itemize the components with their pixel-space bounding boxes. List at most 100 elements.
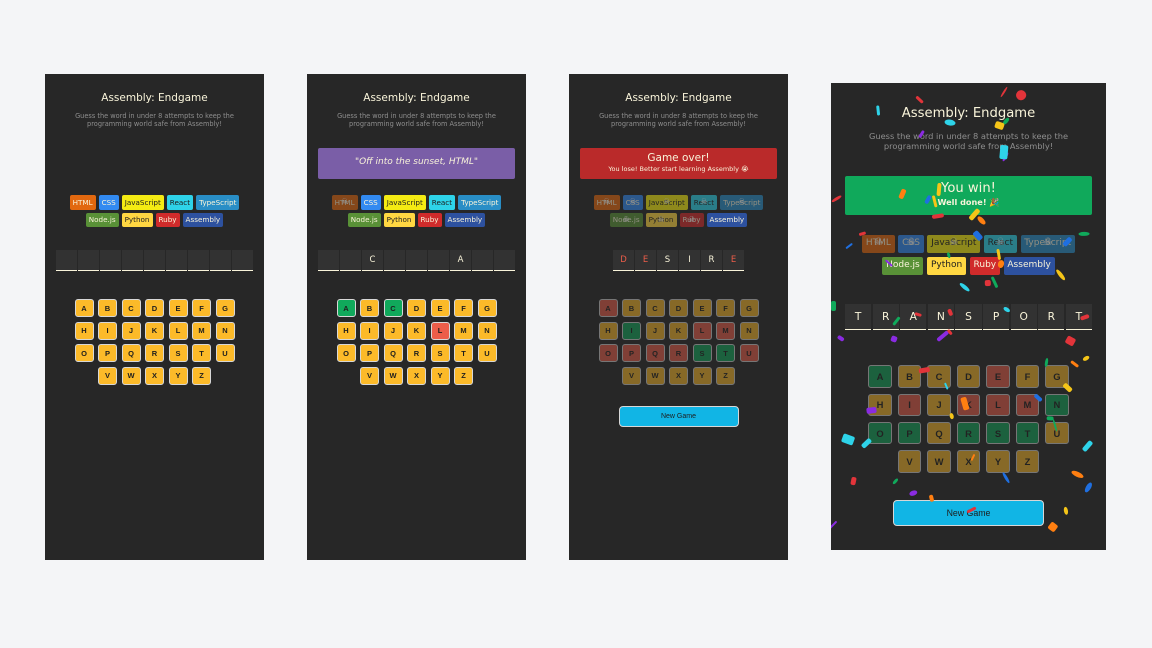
word-display: CA: [307, 250, 526, 271]
key-n[interactable]: N: [477, 321, 497, 340]
key-d[interactable]: D: [407, 299, 426, 317]
key-i: I: [622, 321, 641, 340]
key-f[interactable]: F: [192, 299, 211, 317]
language-chip-label: Ruby: [158, 215, 177, 224]
key-v[interactable]: V: [98, 366, 117, 385]
key-j[interactable]: J: [121, 321, 141, 340]
key-a: A: [598, 299, 618, 317]
letter-slot: R: [701, 250, 722, 271]
key-q[interactable]: Q: [383, 344, 403, 362]
game-subtitle: Guess the word in under 8 attempts to ke…: [599, 112, 758, 129]
key-m[interactable]: M: [192, 321, 211, 340]
key-l[interactable]: L: [168, 321, 188, 340]
key-k[interactable]: K: [407, 321, 426, 340]
game-subtitle: Guess the word in under 8 attempts to ke…: [868, 130, 1069, 152]
new-game-button[interactable]: New Game: [618, 406, 739, 427]
confetti-piece: [1081, 355, 1091, 363]
key-x[interactable]: X: [145, 366, 164, 385]
key-r[interactable]: R: [145, 344, 164, 362]
key-e[interactable]: E: [168, 299, 188, 317]
key-o[interactable]: O: [336, 344, 356, 362]
key-y[interactable]: Y: [430, 366, 450, 385]
key-s: S: [692, 344, 712, 362]
key-n[interactable]: N: [215, 321, 235, 340]
keyboard: ABCDEFG HIJKLMN OPQRSTU VWXYZ: [307, 299, 526, 385]
key-z[interactable]: Z: [192, 366, 211, 385]
word-display: TRANSPORT: [831, 303, 1106, 331]
letter-slot: [384, 250, 405, 271]
key-w[interactable]: W: [121, 366, 141, 385]
key-z[interactable]: Z: [454, 366, 473, 385]
key-y[interactable]: Y: [168, 366, 188, 385]
key-p[interactable]: P: [98, 344, 117, 362]
skull-icon: ☠: [603, 197, 611, 206]
letter-slot: I: [679, 250, 700, 271]
letter-slot: S: [657, 250, 678, 271]
key-e[interactable]: E: [430, 299, 450, 317]
key-c[interactable]: C: [121, 299, 141, 317]
key-f[interactable]: F: [454, 299, 473, 317]
language-chip-label: Ruby: [420, 215, 439, 224]
confetti-piece: [975, 214, 987, 226]
key-o[interactable]: O: [74, 344, 94, 362]
key-w[interactable]: W: [383, 366, 403, 385]
banner-message: You lose! Better start learning Assembly…: [608, 165, 749, 173]
banner-message: Well done! 🎉: [937, 197, 1000, 208]
key-b[interactable]: B: [360, 299, 379, 317]
language-chip-python: Python ☠: [645, 212, 677, 227]
key-g[interactable]: G: [215, 299, 235, 317]
word-display: [45, 250, 264, 271]
word-display: DESIRE: [569, 250, 788, 271]
language-chip-assembly: Assembly: [1003, 256, 1055, 275]
key-n: N: [739, 321, 759, 340]
language-chip-label: Node.js: [350, 215, 378, 224]
letter-slot: [318, 250, 339, 271]
key-m[interactable]: M: [454, 321, 473, 340]
game-title: Assembly: Endgame: [901, 105, 1036, 121]
key-f: F: [1015, 365, 1040, 388]
game-screen-2: Assembly: Endgame Guess the word in under…: [307, 74, 526, 560]
key-k[interactable]: K: [145, 321, 164, 340]
key-b[interactable]: B: [98, 299, 117, 317]
key-a[interactable]: A: [336, 299, 356, 317]
key-x: X: [669, 366, 688, 385]
skull-icon: ☠: [700, 197, 708, 206]
confetti-piece: [889, 334, 898, 343]
language-chip-javascript: JavaScript: [383, 195, 426, 210]
key-u[interactable]: U: [477, 344, 497, 362]
letter-slot: [340, 250, 361, 271]
key-p[interactable]: P: [360, 344, 379, 362]
key-a[interactable]: A: [74, 299, 94, 317]
key-u[interactable]: U: [215, 344, 235, 362]
key-t[interactable]: T: [454, 344, 473, 362]
key-h[interactable]: H: [336, 321, 356, 340]
key-l[interactable]: L: [430, 321, 450, 340]
language-chip-label: TypeScript: [199, 197, 237, 207]
key-c[interactable]: C: [383, 299, 403, 317]
key-t: T: [716, 344, 735, 362]
language-chip-assembly: Assembly: [182, 212, 224, 227]
key-r[interactable]: R: [407, 344, 426, 362]
key-i[interactable]: I: [360, 321, 379, 340]
confetti-piece: [959, 282, 971, 293]
key-j[interactable]: J: [383, 321, 403, 340]
key-i[interactable]: I: [98, 321, 117, 340]
key-s[interactable]: S: [168, 344, 188, 362]
skull-icon: ☠: [657, 214, 665, 224]
key-h[interactable]: H: [74, 321, 94, 340]
language-chip-html: HTML: [69, 195, 96, 210]
key-x[interactable]: X: [407, 366, 426, 385]
language-chip-typescript: TypeScript: [196, 195, 240, 210]
key-t[interactable]: T: [192, 344, 211, 362]
language-chip-label: Assembly: [1007, 259, 1051, 270]
key-g[interactable]: G: [477, 299, 497, 317]
key-e: E: [986, 365, 1010, 388]
key-s[interactable]: S: [430, 344, 450, 362]
key-v[interactable]: V: [360, 366, 379, 385]
key-d[interactable]: D: [145, 299, 164, 317]
key-b: B: [622, 299, 641, 317]
key-r: R: [669, 344, 688, 362]
key-q[interactable]: Q: [121, 344, 141, 362]
key-e: E: [692, 299, 712, 317]
skull-icon: ☠: [738, 197, 746, 206]
